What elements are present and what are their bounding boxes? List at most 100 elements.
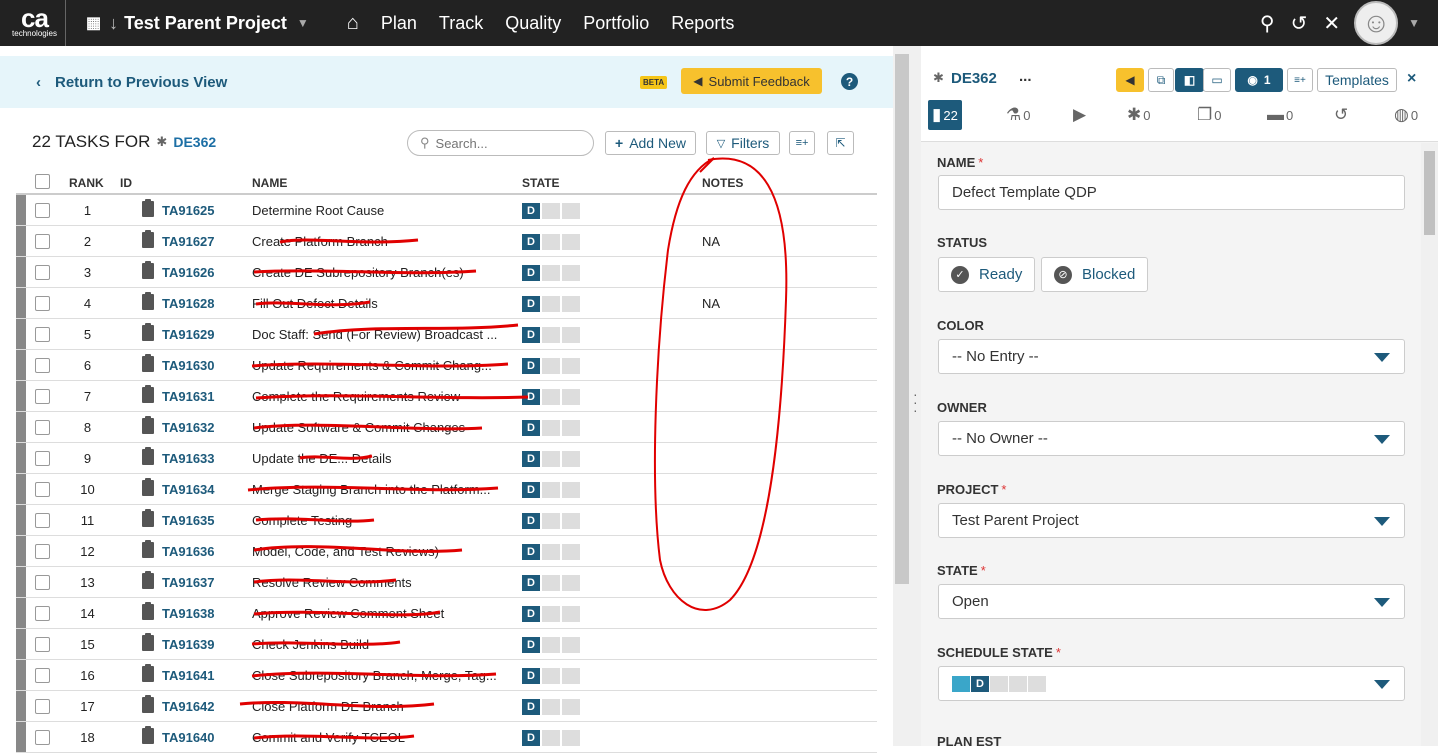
nav-link-plan[interactable]: Plan [381,13,417,34]
home-icon[interactable]: ⌂ [347,12,359,35]
table-row[interactable]: 5 TA91629 Doc Staff: Send (For Review) Bro… [16,319,877,350]
table-row[interactable]: 9 TA91633 Update the DE... Details D [16,443,877,474]
fullscreen-icon[interactable]: ▭ [1203,68,1231,92]
drag-handle[interactable] [16,443,26,473]
task-state[interactable]: D [522,203,580,219]
task-id-link[interactable]: TA91635 [162,513,215,528]
task-name[interactable]: Resolve Review Comments [252,575,514,590]
nav-link-track[interactable]: Track [439,13,483,34]
task-id-link[interactable]: TA91633 [162,451,215,466]
drag-handle[interactable] [16,257,26,287]
task-state[interactable]: D [522,575,580,591]
tab-defects[interactable]: ✱ 0 [1127,100,1150,130]
row-checkbox[interactable] [35,513,50,528]
task-name[interactable]: Create DE Subrepository Branch(es) [252,265,514,280]
table-row[interactable]: 11 TA91635 Complete Testing D [16,505,877,536]
watchers-button[interactable]: ◉ 1 [1235,68,1283,92]
task-id-link[interactable]: TA91641 [162,668,215,683]
submit-feedback-button[interactable]: ◀ Submit Feedback [681,68,822,94]
task-state[interactable]: D [522,699,580,715]
drag-handle[interactable] [16,226,26,256]
task-id-link[interactable]: TA91634 [162,482,215,497]
task-state[interactable]: D [522,296,580,312]
task-name[interactable]: Complete the Requirements Review [252,389,514,404]
row-checkbox[interactable] [35,203,50,218]
row-checkbox[interactable] [35,265,50,280]
task-name[interactable]: Determine Root Cause [252,203,514,218]
task-id-link[interactable]: TA91630 [162,358,215,373]
drag-handle[interactable] [16,629,26,659]
owner-select[interactable]: -- No Owner -- [938,421,1405,456]
column-rank[interactable]: RANK [69,176,104,190]
row-checkbox[interactable] [35,451,50,466]
column-notes[interactable]: NOTES [702,176,743,190]
table-row[interactable]: 3 TA91626 Create DE Subrepository Branch(e… [16,257,877,288]
task-id-link[interactable]: TA91626 [162,265,215,280]
drag-handle[interactable] [16,350,26,380]
table-row[interactable]: 17 TA91642 Close Platform DE Branch D [16,691,877,722]
task-name[interactable]: Close Platform DE Branch [252,699,514,714]
name-field[interactable]: Defect Template QDP [938,175,1405,210]
blocked-button[interactable]: ⊘ Blocked [1041,257,1149,292]
task-name[interactable]: Merge Staging Branch into the Platform..… [252,482,514,497]
task-name[interactable]: Close Subrepository Branch, Merge, Tag..… [252,668,514,683]
task-id-link[interactable]: TA91638 [162,606,215,621]
task-id-link[interactable]: TA91639 [162,637,215,652]
task-name[interactable]: Check Jenkins Build [252,637,514,652]
task-name[interactable]: Create Platform Branch [252,234,514,249]
ca-logo[interactable]: ca technologies [4,0,66,46]
drag-handle[interactable] [16,660,26,690]
select-all-checkbox[interactable] [35,174,50,189]
drag-handle[interactable] [16,412,26,442]
detail-scrollbar[interactable] [1421,143,1438,746]
avatar[interactable]: ☺ [1354,1,1399,45]
detail-id[interactable]: DE362 [951,70,997,87]
nav-link-quality[interactable]: Quality [505,13,561,34]
task-name[interactable]: Commit and Verify TCEOL [252,730,514,745]
nav-link-portfolio[interactable]: Portfolio [583,13,649,34]
task-state[interactable]: D [522,389,580,405]
drag-handle[interactable] [16,288,26,318]
table-row[interactable]: 4 TA91628 Fill Out Defect Details D NA [16,288,877,319]
row-checkbox[interactable] [35,668,50,683]
task-name[interactable]: Update Requirements & Commit Chang... [252,358,514,373]
task-id-link[interactable]: TA91642 [162,699,215,714]
chevron-down-icon[interactable]: ▼ [1408,16,1420,30]
task-name[interactable]: Update Software & Commit Changes [252,420,514,435]
schedule-state-select[interactable]: D [938,666,1405,701]
task-id-link[interactable]: TA91625 [162,203,215,218]
row-checkbox[interactable] [35,637,50,652]
task-name[interactable]: Approve Review Comment Sheet [252,606,514,621]
tab-tasks[interactable]: ▮ 22 [928,100,962,130]
task-id-link[interactable]: TA91636 [162,544,215,559]
task-name[interactable]: Complete Testing [252,513,514,528]
task-state[interactable]: D [522,606,580,622]
row-checkbox[interactable] [35,544,50,559]
more-menu-button[interactable]: ... [1019,68,1032,85]
feedback-icon[interactable]: ◀ [1116,68,1144,92]
row-checkbox[interactable] [35,730,50,745]
ready-button[interactable]: ✓ Ready [938,257,1036,292]
color-select[interactable]: -- No Entry -- [938,339,1405,374]
panel-layout-icon[interactable]: ◧ [1175,68,1204,92]
task-state[interactable]: D [522,637,580,653]
task-name[interactable]: Model, Code, and Test Reviews) [252,544,514,559]
row-checkbox[interactable] [35,420,50,435]
resize-handle-icon[interactable]: · · · [913,387,918,417]
drag-handle[interactable] [16,505,26,535]
task-state[interactable]: D [522,420,580,436]
task-state[interactable]: D [522,730,580,746]
table-row[interactable]: 8 TA91632 Update Software & Commit Changes… [16,412,877,443]
row-checkbox[interactable] [35,575,50,590]
task-id-link[interactable]: TA91631 [162,389,215,404]
search-icon[interactable]: ⚲ [1260,11,1275,36]
task-state[interactable]: D [522,513,580,529]
tab-globe[interactable]: ◍ 0 [1394,100,1418,130]
tab-history[interactable]: ↺ [1334,100,1350,130]
column-state[interactable]: STATE [522,176,560,190]
project-picker[interactable]: ▦ ↓ Test Parent Project ▼ [86,13,309,34]
row-checkbox[interactable] [35,234,50,249]
task-state[interactable]: D [522,234,580,250]
task-state[interactable]: D [522,358,580,374]
search-input[interactable] [435,135,576,151]
